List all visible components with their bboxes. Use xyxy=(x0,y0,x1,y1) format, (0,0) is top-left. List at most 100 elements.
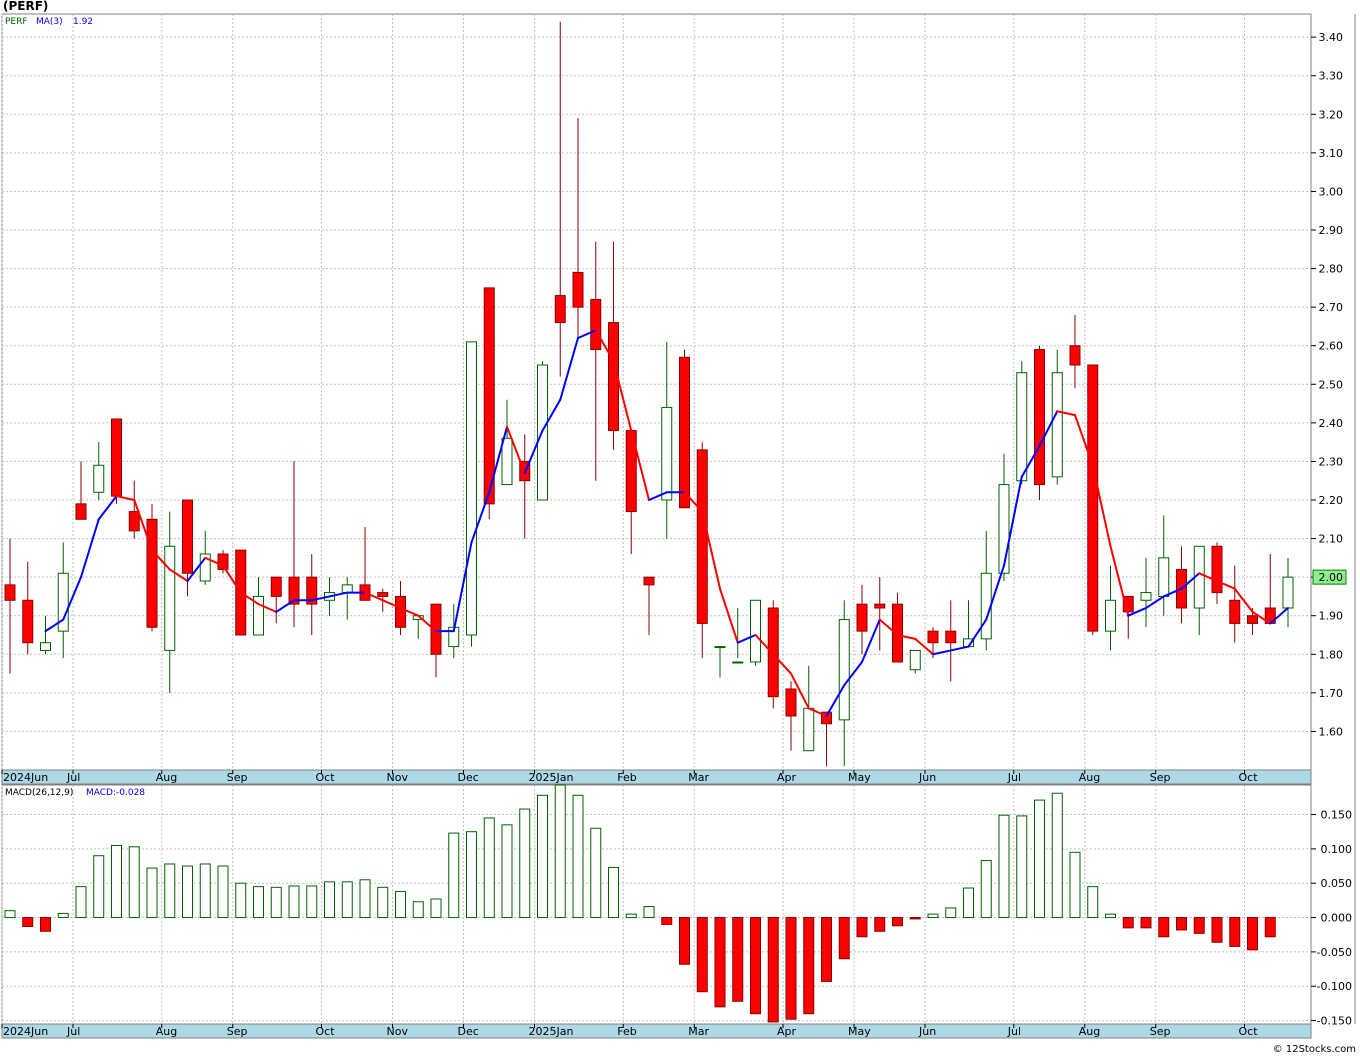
macd-bar-positive xyxy=(1016,815,1028,919)
date-axis-label: May xyxy=(848,771,871,784)
price-legend-symbol: PERF xyxy=(5,17,28,27)
macd-bar-negative xyxy=(714,917,726,1008)
macd-bar-positive xyxy=(537,794,548,919)
macd-bar-negative xyxy=(892,917,903,927)
candle-down xyxy=(945,630,957,644)
macd-bar-positive xyxy=(4,910,16,919)
macd-bar-negative xyxy=(1140,917,1152,929)
price-y-tick-label: 3.10 xyxy=(1319,147,1344,160)
candle-up xyxy=(1282,576,1294,609)
macd-legend-value: MACD:-0.028 xyxy=(86,788,145,798)
macd-bar-positive xyxy=(288,885,300,919)
macd-bar-positive xyxy=(253,886,264,919)
date-axis-label: 2025Jan xyxy=(529,771,574,784)
macd-bar-positive xyxy=(643,906,655,919)
macd-y-tick-label: 0.150 xyxy=(1321,809,1353,822)
macd-bar-negative xyxy=(1229,917,1241,947)
macd-bar-positive xyxy=(927,913,939,919)
price-legend-ma-label: MA(3) xyxy=(36,17,63,27)
macd-bar-positive xyxy=(182,865,193,919)
candle-down xyxy=(1247,615,1258,624)
candle-down xyxy=(128,511,140,532)
date-axis-label: May xyxy=(848,1025,871,1038)
macd-bar-positive xyxy=(1051,792,1063,919)
macd-bar-positive xyxy=(998,814,1010,919)
date-axis-label: Oct xyxy=(1239,1025,1259,1038)
date-axis-label: Aug xyxy=(156,1025,177,1038)
candle-down xyxy=(590,298,602,351)
candle-up xyxy=(750,599,761,663)
macd-bar-positive xyxy=(217,865,229,919)
macd-bar-positive xyxy=(324,881,335,919)
date-axis-label: Sep xyxy=(227,771,248,784)
macd-bar-negative xyxy=(874,917,886,932)
macd-bar-positive xyxy=(554,784,566,919)
macd-bar-positive xyxy=(448,832,460,919)
macd-bar-positive xyxy=(377,886,389,919)
macd-bar-positive xyxy=(75,886,87,919)
price-date-axis-band xyxy=(1,769,1312,785)
macd-bar-positive xyxy=(93,855,105,919)
candle-down xyxy=(395,595,406,628)
price-y-tick-label: 2.90 xyxy=(1319,224,1344,237)
macd-bar-positive xyxy=(519,808,531,919)
macd-bar-negative xyxy=(661,917,673,925)
macd-bar-positive xyxy=(164,863,176,919)
date-axis-label: 2025Jan xyxy=(529,1025,574,1038)
candle-down xyxy=(643,576,655,586)
macd-y-tick-label: -0.100 xyxy=(1317,980,1352,993)
macd-bar-positive xyxy=(128,846,140,919)
macd-bar-negative xyxy=(732,917,744,1002)
candle-down xyxy=(927,630,939,644)
macd-bar-negative xyxy=(679,917,690,965)
stock-chart-svg: 1.60 1.70 1.80 1.90 2.00 2.10 2.20 2.30 2.40 2.50… xyxy=(1,13,1356,1039)
last-price-label: 2.00 xyxy=(1319,571,1344,584)
macd-bar-positive xyxy=(1034,799,1045,919)
date-axis-label: Apr xyxy=(777,1025,797,1038)
date-axis-label: Apr xyxy=(777,771,797,784)
date-axis-label: Aug xyxy=(1079,1025,1100,1038)
candle-down xyxy=(377,592,389,597)
candle-down xyxy=(1211,545,1223,594)
price-y-tick-label: 2.80 xyxy=(1319,263,1344,276)
macd-bar-positive xyxy=(57,912,69,919)
date-axis-label: Aug xyxy=(1079,771,1100,784)
candle-down xyxy=(4,584,16,601)
macd-bar-positive xyxy=(146,867,158,919)
price-y-tick-label: 2.60 xyxy=(1319,340,1344,353)
date-axis-label: Oct xyxy=(1239,771,1259,784)
macd-y-tick-label: 0.050 xyxy=(1321,877,1353,890)
macd-bar-positive xyxy=(199,863,211,919)
site-credit: © 12Stocks.com xyxy=(1272,1044,1356,1055)
price-y-tick-label: 2.40 xyxy=(1319,417,1344,430)
macd-bar-negative xyxy=(856,917,868,938)
date-axis-label: Jul xyxy=(66,771,80,784)
macd-bar-negative xyxy=(1122,917,1134,929)
price-y-tick-label: 2.50 xyxy=(1319,378,1344,391)
price-y-tick-label: 3.20 xyxy=(1319,108,1344,121)
date-axis-label: Feb xyxy=(617,1025,636,1038)
price-y-tick-label: 1.90 xyxy=(1319,610,1344,623)
macd-y-tick-label: 0.100 xyxy=(1321,843,1353,856)
candle-down xyxy=(111,418,122,497)
candle-down xyxy=(270,576,282,597)
macd-bar-positive xyxy=(341,881,353,919)
macd-bar-negative xyxy=(696,917,708,993)
candle-up xyxy=(466,341,477,636)
macd-bar-positive xyxy=(572,794,584,919)
chart-stage: (PERF) 1.601.701.801.902.002.102.202.302… xyxy=(0,0,1360,1056)
candle-up xyxy=(1105,599,1116,632)
candle-up xyxy=(1016,372,1028,482)
candle-down xyxy=(22,599,34,644)
candle-up xyxy=(803,707,815,752)
macd-bar-positive xyxy=(235,882,247,919)
date-axis-label: Dec xyxy=(458,771,479,784)
macd-bar-positive xyxy=(395,890,406,919)
macd-bar-negative xyxy=(1264,917,1276,938)
macd-bar-positive xyxy=(963,887,974,919)
macd-bar-positive xyxy=(608,866,619,919)
date-axis-label: Jul xyxy=(1007,771,1021,784)
macd-bar-positive xyxy=(306,885,318,919)
candle-up xyxy=(661,406,673,501)
date-axis-label: Aug xyxy=(156,771,177,784)
